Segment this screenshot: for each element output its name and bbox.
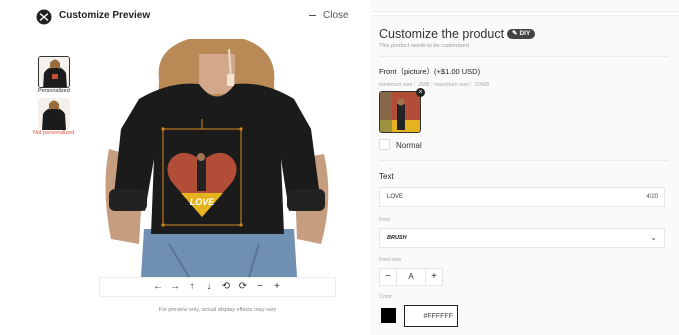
panel-subtitle: This product needs to be customized [379,43,469,49]
color-label: Color [379,294,393,300]
uploaded-photo-image [380,92,420,132]
panel-top-strip [371,0,679,12]
text-section-label: Text [379,172,394,181]
rotate-left-icon[interactable]: ⟲ [221,282,231,292]
tshirt-model-image: LOVE [99,39,336,277]
move-right-icon[interactable]: → [170,282,180,292]
text-input[interactable]: LOVE 4/20 [379,187,665,207]
font-size-increase-button[interactable]: + [425,268,443,286]
diy-badge: ✎ DIY [507,29,536,39]
uploaded-picture[interactable] [379,91,421,133]
chevron-down-icon: ⌄ [650,233,657,242]
thumbnail-label-personalized: Personalized [38,88,70,94]
plain-thumb-image [38,98,70,130]
color-swatch[interactable] [381,308,396,323]
divider [379,160,669,161]
rotate-right-icon[interactable]: ⟳ [238,282,248,292]
font-size-value: A [397,268,425,286]
thumbnail-personalized[interactable] [38,56,70,88]
color-hex-value: #FFFFFF [423,313,453,320]
text-input-value: LOVE [387,194,404,200]
remove-picture-button[interactable]: × [416,88,425,97]
diy-badge-label: DIY [519,30,531,37]
preview-disclaimer: For preview only, actual display effects… [158,307,277,313]
print-text: LOVE [190,197,216,207]
front-picture-label: Front（picture）(+$1.00 USD) [379,67,481,76]
font-select[interactable]: BRUSH ⌄ [379,228,665,248]
shirt-logo-icon [36,9,52,25]
pencil-icon: ✎ [512,30,518,37]
move-up-icon[interactable]: ↑ [187,282,197,292]
front-size-hint: minimum size：2MB ; maximum size：20MB [379,82,490,88]
font-size-decrease-button[interactable]: − [379,268,397,286]
preview-toolbar: ← → ↑ ↓ ⟲ ⟳ − + [99,277,336,297]
product-preview: LOVE [99,39,336,277]
font-label: Font [379,217,391,223]
divider [379,56,669,57]
thumbnail-not-personalized[interactable] [38,98,70,130]
panel-title: Customize the product [379,27,505,41]
normal-checkbox[interactable] [379,139,390,150]
move-down-icon[interactable]: ↓ [204,282,214,292]
close-button[interactable]: Close [309,10,349,21]
zoom-in-icon[interactable]: + [272,282,282,292]
close-label: Close [323,10,349,21]
zoom-out-icon[interactable]: − [255,282,265,292]
customize-panel [371,15,679,335]
personalized-thumb-image [39,57,69,87]
minimize-icon [309,15,316,16]
font-size-stepper: − A + [379,268,443,286]
modal-title: Customize Preview [59,10,151,21]
color-hex-input[interactable]: #FFFFFF [404,305,458,327]
font-select-value: BRUSH [387,235,407,241]
char-counter: 4/20 [646,194,658,200]
normal-label: Normal [396,141,422,150]
thumbnail-label-not-personalized: Not personalized [33,130,75,136]
move-left-icon[interactable]: ← [153,282,163,292]
font-size-label: Font size [379,257,402,263]
